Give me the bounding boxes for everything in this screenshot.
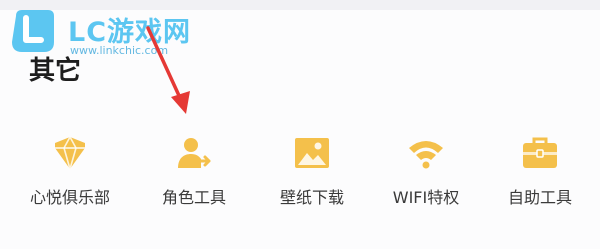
watermark: LC游戏网 www.linkchic.com bbox=[8, 6, 208, 66]
watermark-url: www.linkchic.com bbox=[70, 44, 169, 57]
item-xinyue-club[interactable]: 心悦俱乐部 bbox=[20, 130, 120, 220]
item-label: 角色工具 bbox=[161, 188, 226, 207]
item-label: 壁纸下载 bbox=[279, 188, 344, 207]
item-self-service-tool[interactable]: 自助工具 bbox=[490, 130, 590, 220]
item-wallpaper-download[interactable]: 壁纸下载 bbox=[262, 130, 362, 220]
item-role-tool[interactable]: 角色工具 bbox=[144, 130, 244, 220]
tool-grid: 心悦俱乐部 角色工具 壁纸下载 WIFI特权 自助工具 bbox=[0, 130, 600, 220]
item-label: WIFI特权 bbox=[392, 188, 460, 207]
toolbox-icon bbox=[523, 137, 557, 168]
item-label: 自助工具 bbox=[507, 188, 572, 207]
picture-icon bbox=[295, 138, 329, 168]
lc-logo-icon bbox=[12, 10, 54, 52]
diamond-badge-icon bbox=[55, 136, 85, 170]
item-wifi-privilege[interactable]: WIFI特权 bbox=[376, 130, 476, 220]
item-label: 心悦俱乐部 bbox=[29, 188, 110, 207]
user-transfer-icon bbox=[178, 138, 211, 168]
wifi-icon bbox=[409, 141, 443, 169]
